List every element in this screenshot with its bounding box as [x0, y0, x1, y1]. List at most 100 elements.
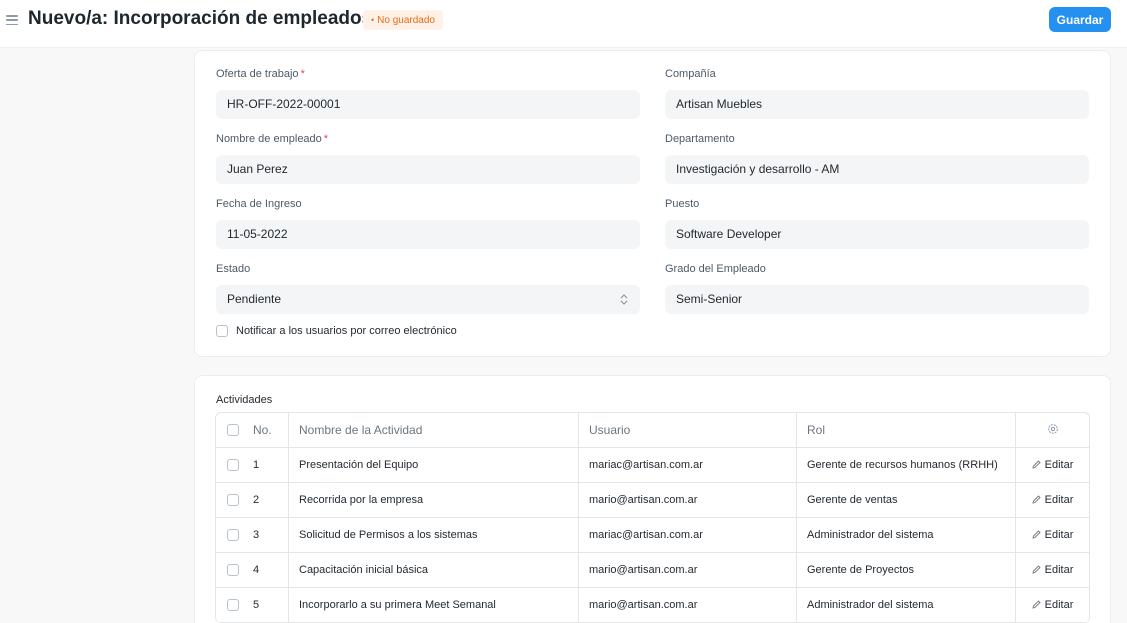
pencil-icon: [1032, 530, 1041, 539]
table-row[interactable]: 5 Incorporarlo a su primera Meet Semanal…: [216, 588, 1089, 623]
edit-row-button[interactable]: Editar: [1016, 483, 1089, 517]
column-header-user: Usuario: [579, 413, 797, 447]
edit-link[interactable]: Editar: [1032, 459, 1074, 471]
designation-label: Puesto: [665, 198, 700, 210]
required-marker: *: [323, 133, 329, 145]
edit-row-button[interactable]: Editar: [1016, 518, 1089, 552]
row-select-cell: 1: [216, 448, 289, 482]
status-select-value: Pendiente: [227, 292, 282, 306]
column-settings: [1016, 413, 1089, 447]
department-label: Departamento: [665, 133, 735, 145]
role-cell[interactable]: Gerente de recursos humanos (RRHH): [797, 448, 1016, 482]
edit-link[interactable]: Editar: [1032, 599, 1073, 611]
edit-label: Editar: [1044, 494, 1074, 506]
status-badge: • No guardado: [363, 10, 443, 30]
status-dot-icon: •: [371, 15, 375, 25]
row-select-cell: 5: [216, 588, 289, 622]
company-field: Compañía Artisan Muebles: [665, 68, 1089, 119]
pencil-icon: [1032, 600, 1041, 609]
status-badge-label: No guardado: [377, 15, 435, 26]
edit-link[interactable]: Editar: [1032, 529, 1074, 541]
activity-name-cell[interactable]: Incorporarlo a su primera Meet Semanal: [289, 588, 579, 622]
page-header: Nuevo/a: Incorporación de empleados • No …: [0, 0, 1127, 48]
row-select-cell: 2: [216, 483, 289, 517]
row-select-cell: 4: [216, 553, 289, 587]
grade-field: Grado del Empleado Semi-Senior: [665, 263, 1089, 314]
status-select[interactable]: Pendiente: [216, 285, 640, 314]
activity-name-cell[interactable]: Capacitación inicial básica: [289, 553, 579, 587]
job-offer-label: Oferta de trabajo *: [216, 68, 640, 82]
role-cell[interactable]: Gerente de ventas: [797, 483, 1016, 517]
table-row[interactable]: 3 Solicitud de Permisos a los sistemas m…: [216, 518, 1089, 553]
grade-input[interactable]: Semi-Senior: [665, 285, 1089, 314]
employee-name-input[interactable]: Juan Perez: [216, 155, 640, 184]
job-offer-label-text: Oferta de trabajo: [216, 68, 299, 80]
edit-link[interactable]: Editar: [1032, 564, 1073, 576]
hamburger-icon[interactable]: [6, 15, 18, 25]
employee-name-label: Nombre de empleado *: [216, 133, 640, 147]
row-checkbox[interactable]: [227, 564, 239, 576]
row-no: 3: [253, 529, 260, 541]
activity-name-cell[interactable]: Recorrida por la empresa: [289, 483, 579, 517]
row-checkbox[interactable]: [227, 599, 239, 611]
notify-users-checkbox-row[interactable]: Notificar a los usuarios por correo elec…: [216, 325, 457, 337]
employee-name-label-text: Nombre de empleado: [216, 133, 322, 145]
date-of-joining-label: Fecha de Ingreso: [216, 198, 302, 210]
status-label: Estado: [216, 263, 251, 275]
user-cell[interactable]: mariac@artisan.com.ar: [579, 518, 797, 552]
pencil-icon: [1032, 565, 1041, 574]
company-label: Compañía: [665, 68, 716, 80]
role-cell[interactable]: Gerente de Proyectos: [797, 553, 1016, 587]
details-card: Oferta de trabajo * HR-OFF-2022-00001 Com…: [194, 50, 1111, 357]
pencil-icon: [1032, 495, 1041, 504]
user-cell[interactable]: mario@artisan.com.ar: [579, 588, 797, 622]
table-row[interactable]: 1 Presentación del Equipo mariac@artisan…: [216, 448, 1089, 483]
row-checkbox[interactable]: [227, 494, 239, 506]
gear-icon[interactable]: [1047, 423, 1059, 438]
edit-link[interactable]: Editar: [1032, 494, 1074, 506]
column-header-activity-name: Nombre de la Actividad: [289, 413, 579, 447]
edit-row-button[interactable]: Editar: [1016, 588, 1089, 622]
column-header-no: No.: [253, 423, 272, 437]
pencil-icon: [1032, 460, 1041, 469]
grade-label: Grado del Empleado: [665, 263, 766, 275]
activity-name-cell[interactable]: Presentación del Equipo: [289, 448, 579, 482]
table-row[interactable]: 4 Capacitación inicial básica mario@arti…: [216, 553, 1089, 588]
column-header-role: Rol: [797, 413, 1016, 447]
user-cell[interactable]: mario@artisan.com.ar: [579, 553, 797, 587]
edit-label: Editar: [1044, 459, 1074, 471]
chevron-up-down-icon: [620, 285, 628, 314]
save-button[interactable]: Guardar: [1049, 7, 1111, 32]
edit-label: Editar: [1044, 529, 1074, 541]
table-header-row: No. Nombre de la Actividad Usuario Rol: [216, 413, 1089, 448]
activities-card: Actividades No. Nombre de la Actividad U…: [194, 375, 1111, 623]
job-offer-input[interactable]: HR-OFF-2022-00001: [216, 90, 640, 119]
required-marker: *: [300, 68, 305, 80]
activities-table: No. Nombre de la Actividad Usuario Rol 1…: [215, 412, 1090, 623]
role-cell[interactable]: Administrador del sistema: [797, 518, 1016, 552]
row-no: 2: [253, 494, 260, 506]
user-cell[interactable]: mario@artisan.com.ar: [579, 483, 797, 517]
row-no: 1: [253, 459, 260, 471]
select-all-checkbox[interactable]: [227, 424, 239, 436]
page-title: Nuevo/a: Incorporación de empleados: [28, 8, 373, 29]
row-no: 5: [253, 599, 260, 611]
row-checkbox[interactable]: [227, 459, 239, 471]
department-input[interactable]: Investigación y desarrollo - AM: [665, 155, 1089, 184]
activity-name-cell[interactable]: Solicitud de Permisos a los sistemas: [289, 518, 579, 552]
row-select-cell: 3: [216, 518, 289, 552]
company-input[interactable]: Artisan Muebles: [665, 90, 1089, 119]
row-checkbox[interactable]: [227, 529, 239, 541]
row-no: 4: [253, 564, 260, 576]
department-field: Departamento Investigación y desarrollo …: [665, 133, 1089, 184]
date-of-joining-input[interactable]: 11-05-2022: [216, 220, 640, 249]
notify-users-checkbox[interactable]: [216, 325, 228, 337]
edit-row-button[interactable]: Editar: [1016, 553, 1089, 587]
user-cell[interactable]: mariac@artisan.com.ar: [579, 448, 797, 482]
designation-input[interactable]: Software Developer: [665, 220, 1089, 249]
edit-row-button[interactable]: Editar: [1016, 448, 1089, 482]
notify-users-label: Notificar a los usuarios por correo elec…: [236, 325, 457, 337]
role-cell[interactable]: Administrador del sistema: [797, 588, 1016, 622]
status-field: Estado Pendiente: [216, 263, 640, 314]
table-row[interactable]: 2 Recorrida por la empresa mario@artisan…: [216, 483, 1089, 518]
